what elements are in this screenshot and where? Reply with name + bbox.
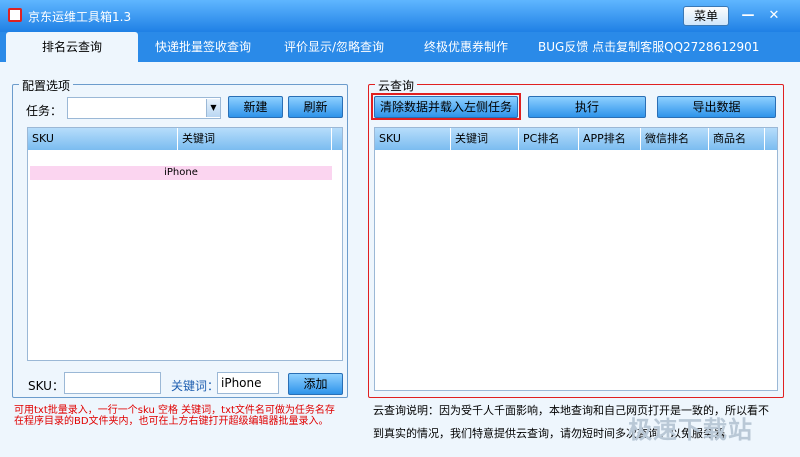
column-header-wechat-rank[interactable]: 微信排名 <box>641 128 709 150</box>
window-title: 京东运维工具箱1.3 <box>28 10 132 24</box>
title-bar: 京东运维工具箱1.3 菜单 — ✕ <box>0 0 800 32</box>
sku-label: SKU： <box>28 379 64 393</box>
column-header-keyword[interactable]: 关键词 <box>451 128 519 150</box>
clear-and-load-button[interactable]: 清除数据并载入左侧任务 <box>374 96 518 118</box>
new-task-button[interactable]: 新建 <box>228 96 283 118</box>
menu-button[interactable]: 菜单 <box>683 6 729 26</box>
result-grid-header: SKU 关键词 PC排名 APP排名 微信排名 商品名 <box>375 128 777 150</box>
task-select[interactable] <box>67 97 221 119</box>
config-group-title: 配置选项 <box>19 77 74 94</box>
app-icon <box>8 8 22 22</box>
keyword-input[interactable]: iPhone <box>217 372 279 394</box>
column-header-sku[interactable]: SKU <box>375 128 451 150</box>
cloud-query-group-title: 云查询 <box>375 77 418 94</box>
import-note: 可用txt批量录入，一行一个sku 空格 关键词，txt文件名可做为任务名存在程… <box>14 405 335 427</box>
minimize-icon[interactable]: — <box>738 6 758 26</box>
tab-coupon-maker[interactable]: 终极优惠券制作 <box>408 32 524 62</box>
refresh-button[interactable]: 刷新 <box>288 96 343 118</box>
watermark: 极速下载站 <box>628 416 753 444</box>
column-header-sku[interactable]: SKU <box>28 128 178 150</box>
export-data-button[interactable]: 导出数据 <box>657 96 776 118</box>
task-label: 任务： <box>26 104 63 118</box>
column-header-app-rank[interactable]: APP排名 <box>579 128 641 150</box>
sku-input[interactable] <box>64 372 161 394</box>
keyword-label: 关键词： <box>171 379 220 393</box>
column-header-pc-rank[interactable]: PC排名 <box>519 128 579 150</box>
table-row[interactable]: iPhone <box>30 166 332 180</box>
result-grid[interactable]: SKU 关键词 PC排名 APP排名 微信排名 商品名 <box>374 127 778 391</box>
tab-rank-cloud-query[interactable]: 排名云查询 <box>6 32 138 62</box>
column-header-keyword[interactable]: 关键词 <box>178 128 332 150</box>
bug-feedback-link[interactable]: BUG反馈 点击复制客服QQ2728612901 <box>538 32 759 62</box>
tab-strip: 排名云查询 快递批量签收查询 评价显示/忽略查询 终极优惠券制作 BUG反馈 点… <box>0 32 800 62</box>
tab-review-display-query[interactable]: 评价显示/忽略查询 <box>272 32 396 62</box>
add-button[interactable]: 添加 <box>288 373 343 395</box>
close-icon[interactable]: ✕ <box>764 6 784 26</box>
task-grid[interactable]: SKU 关键词 iPhone <box>27 127 343 361</box>
column-header-product-name[interactable]: 商品名 <box>709 128 765 150</box>
task-grid-header: SKU 关键词 <box>28 128 342 150</box>
tab-express-batch-query[interactable]: 快递批量签收查询 <box>142 32 264 62</box>
execute-button[interactable]: 执行 <box>528 96 646 118</box>
chevron-down-icon[interactable]: ▼ <box>206 99 220 117</box>
